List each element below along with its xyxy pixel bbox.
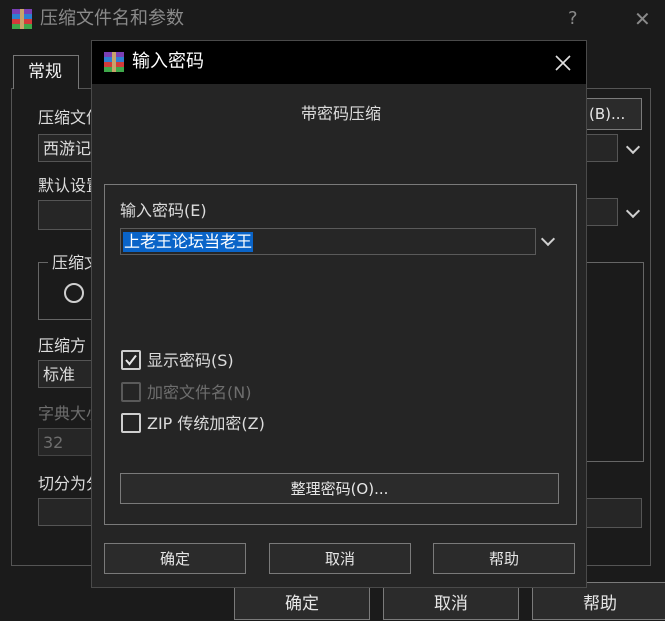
dialog-title: 输入密码 (132, 51, 204, 72)
archive-format-radio[interactable] (64, 283, 84, 303)
main-window-title: 压缩文件名和参数 (40, 8, 184, 29)
compression-method-label: 压缩方 (38, 336, 87, 355)
dictionary-size-field[interactable]: 32 (38, 428, 98, 456)
archive-name-dropdown-right[interactable] (586, 134, 618, 162)
dialog-title-bar: 输入密码 (92, 41, 586, 84)
dictionary-size-value: 32 (43, 433, 64, 452)
dialog-cancel-button[interactable]: 取消 (269, 543, 411, 574)
browse-button[interactable]: (B)... (586, 98, 642, 130)
archive-name-value: 西游记 (43, 139, 92, 158)
help-icon[interactable]: ? (568, 10, 578, 28)
winrar-app-icon (104, 52, 124, 72)
encrypt-filenames-checkbox[interactable] (121, 382, 141, 402)
password-input[interactable]: 上老王论坛当老王 (120, 228, 536, 255)
close-icon[interactable] (554, 54, 572, 72)
show-password-label: 显示密码(S) (147, 351, 234, 370)
update-mode-field[interactable] (586, 198, 618, 226)
parameters-field-right[interactable] (586, 498, 642, 528)
split-volumes-field[interactable] (38, 498, 98, 526)
winrar-app-icon (12, 9, 32, 29)
zip-legacy-encryption-checkbox[interactable] (121, 413, 141, 433)
password-dialog: 输入密码 带密码压缩 输入密码(E) 上老王论坛当老王 显示密码(S) 加密文件… (91, 40, 587, 588)
password-label: 输入密码(E) (120, 201, 207, 220)
encrypt-filenames-label: 加密文件名(N) (147, 383, 252, 402)
compression-method-field[interactable]: 标准 (38, 360, 98, 388)
organize-passwords-button[interactable]: 整理密码(O)... (120, 473, 559, 504)
dialog-heading: 带密码压缩 (301, 104, 382, 123)
default-settings-field[interactable] (38, 200, 98, 230)
archive-name-field[interactable]: 西游记 (38, 134, 98, 162)
compression-method-value: 标准 (43, 365, 76, 384)
show-password-checkbox[interactable] (121, 350, 141, 370)
tab-general-label: 常规 (28, 62, 62, 82)
dialog-help-button[interactable]: 帮助 (433, 543, 575, 574)
password-value: 上老王论坛当老王 (123, 232, 254, 252)
tab-general[interactable]: 常规 (13, 55, 79, 89)
dialog-ok-button[interactable]: 确定 (104, 543, 246, 574)
close-icon[interactable]: ✕ (634, 9, 651, 29)
archive-options-box (586, 262, 644, 462)
zip-legacy-encryption-label: ZIP 传统加密(Z) (147, 414, 265, 433)
